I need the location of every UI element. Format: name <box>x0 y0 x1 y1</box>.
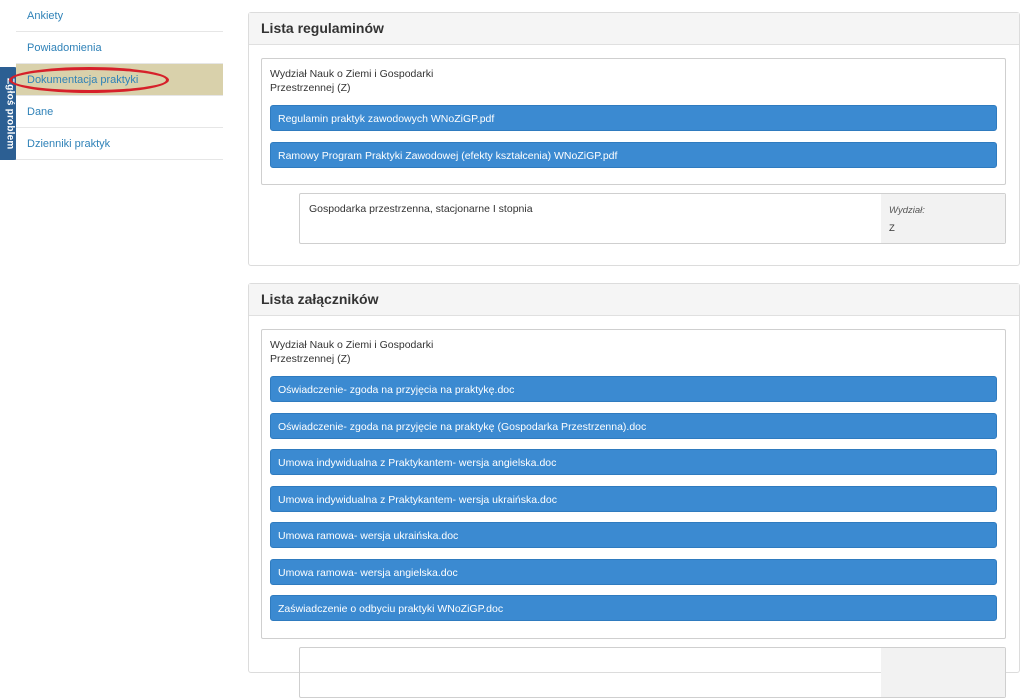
regulations-panel-title: Lista regulaminów <box>249 13 1019 45</box>
sidebar-item-label: Ankiety <box>27 10 64 22</box>
program-name: Gospodarka przestrzenna, stacjonarne I s… <box>309 203 533 215</box>
faculty-name: Wydział Nauk o Ziemi i Gospodarki Przest… <box>270 339 434 365</box>
program-name <box>300 648 881 697</box>
faculty-value: Z <box>889 223 895 234</box>
file-button-oswiadczenie-zgoda-gp[interactable]: Oświadczenie- zgoda na przyjęcie na prak… <box>270 412 997 439</box>
file-button-umowa-indywidualna-uk[interactable]: Umowa indywidualna z Praktykantem- wersj… <box>270 485 997 512</box>
file-button-umowa-ramowa-en[interactable]: Umowa ramowa- wersja angielska.doc <box>270 558 997 585</box>
file-button-regulamin[interactable]: Regulamin praktyk zawodowych WNoZiGP.pdf <box>270 105 997 131</box>
report-problem-label: Zgłoś problem <box>4 77 16 150</box>
sidebar-item-dzienniki-praktyk[interactable]: Dzienniki praktyk <box>16 128 223 160</box>
file-button-umowa-ramowa-uk[interactable]: Umowa ramowa- wersja ukraińska.doc <box>270 522 997 548</box>
file-button-ramowy-program[interactable]: Ramowy Program Praktyki Zawodowej (efekt… <box>270 141 997 168</box>
faculty-name: Wydział Nauk o Ziemi i Gospodarki Przest… <box>270 68 434 94</box>
regulations-faculty-group: Wydział Nauk o Ziemi i Gospodarki Przest… <box>261 58 1006 185</box>
attachments-panel: Lista załączników Wydział Nauk o Ziemi i… <box>248 283 1020 698</box>
program-meta: Wydział: Z <box>881 194 1005 243</box>
sidebar-item-label: Dane <box>27 106 54 118</box>
sidebar-item-label: Dzienniki praktyk <box>27 138 111 150</box>
program-row: Gospodarka przestrzenna, stacjonarne I s… <box>299 193 1006 244</box>
sidebar-item-ankiety[interactable]: Ankiety <box>16 0 223 32</box>
sidebar-item-label: Dokumentacja praktyki <box>27 74 139 86</box>
sidebar-item-dokumentacja-praktyki[interactable]: Dokumentacja praktyki <box>9 64 223 96</box>
sidebar-item-dane[interactable]: Dane <box>16 96 223 128</box>
sidebar-item-powiadomienia[interactable]: Powiadomienia <box>16 32 223 64</box>
attachments-panel-title: Lista załączników <box>249 284 1019 316</box>
regulations-panel: Lista regulaminów Wydział Nauk o Ziemi i… <box>248 12 1020 266</box>
file-button-zaswiadczenie[interactable]: Zaświadczenie o odbyciu praktyki WNoZiGP… <box>270 595 997 621</box>
sidebar-nav: Ankiety Powiadomienia Dokumentacja prakt… <box>9 0 223 160</box>
program-meta <box>881 647 1005 697</box>
attachments-faculty-group: Wydział Nauk o Ziemi i Gospodarki Przest… <box>261 329 1006 639</box>
program-row <box>299 646 1006 698</box>
sidebar-item-label: Powiadomienia <box>27 42 102 54</box>
faculty-label: Wydział: <box>889 205 925 216</box>
file-button-umowa-indywidualna-en[interactable]: Umowa indywidualna z Praktykantem- wersj… <box>270 449 997 475</box>
file-button-oswiadczenie-zgoda[interactable]: Oświadczenie- zgoda na przyjęcia na prak… <box>270 376 997 402</box>
